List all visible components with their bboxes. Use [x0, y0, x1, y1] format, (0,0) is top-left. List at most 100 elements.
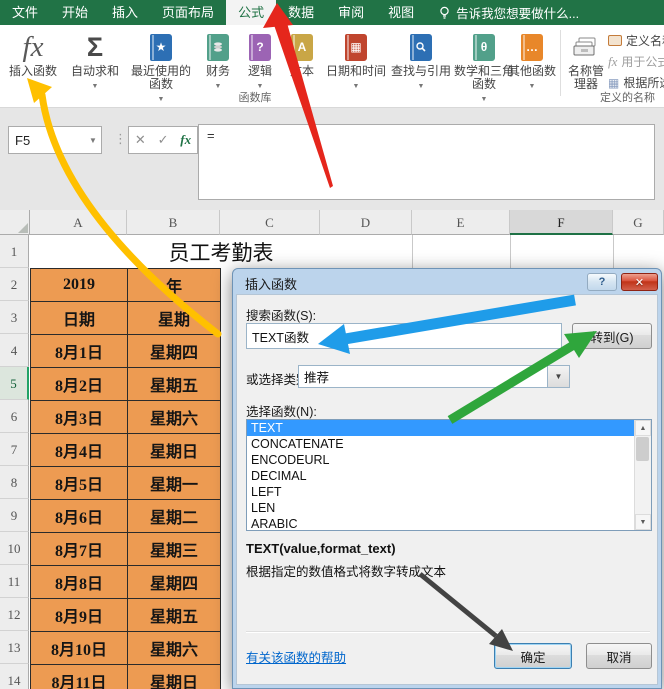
- recently-used-button[interactable]: ★ 最近使用的函数 ▼: [126, 29, 196, 106]
- cell-a7[interactable]: 8月4日: [31, 434, 128, 467]
- column-header-g[interactable]: G: [613, 210, 664, 235]
- row-header-7[interactable]: 7: [0, 433, 29, 466]
- financial-button[interactable]: 财务 ▼: [198, 29, 238, 93]
- cell-a13[interactable]: 8月10日: [31, 632, 128, 665]
- define-name-button[interactable]: 定义名称: [608, 31, 664, 50]
- category-dropdown[interactable]: 推荐 ▼: [298, 365, 570, 388]
- cell-b13[interactable]: 星期六: [128, 632, 221, 665]
- cell-a11[interactable]: 8月8日: [31, 566, 128, 599]
- tab-data[interactable]: 数据: [276, 0, 326, 25]
- go-button[interactable]: 转到(G): [572, 323, 652, 349]
- function-help-link[interactable]: 有关该函数的帮助: [246, 647, 346, 666]
- tab-insert[interactable]: 插入: [100, 0, 150, 25]
- name-box[interactable]: ▼: [8, 126, 102, 154]
- cell-b2[interactable]: 年: [128, 269, 221, 302]
- search-function-input[interactable]: [246, 323, 562, 349]
- cell-b3[interactable]: 星期: [128, 302, 221, 335]
- ok-button[interactable]: 确定: [494, 643, 572, 669]
- cell-b12[interactable]: 星期五: [128, 599, 221, 632]
- cell-a12[interactable]: 8月9日: [31, 599, 128, 632]
- list-scrollbar[interactable]: ▲ ▼: [634, 420, 651, 530]
- row-header-9[interactable]: 9: [0, 499, 29, 532]
- cell-a8[interactable]: 8月5日: [31, 467, 128, 500]
- row-header-5[interactable]: 5: [0, 367, 29, 400]
- math-trig-button[interactable]: θ 数学和三角函数 ▼: [454, 29, 514, 106]
- tab-formulas[interactable]: 公式: [226, 0, 277, 25]
- tell-me-box[interactable]: 告诉我您想要做什么...: [438, 3, 579, 22]
- column-header-a[interactable]: A: [30, 210, 127, 235]
- cell-b5[interactable]: 星期五: [128, 368, 221, 401]
- name-box-dropdown-icon[interactable]: ▼: [89, 136, 97, 145]
- cell-a9[interactable]: 8月6日: [31, 500, 128, 533]
- row-header-8[interactable]: 8: [0, 466, 29, 499]
- cancel-button[interactable]: 取消: [586, 643, 652, 669]
- row-header-11[interactable]: 11: [0, 565, 29, 598]
- cell-b11[interactable]: 星期四: [128, 566, 221, 599]
- row-header-4[interactable]: 4: [0, 334, 29, 367]
- function-list[interactable]: TEXT CONCATENATE ENCODEURL DECIMAL LEFT …: [246, 419, 652, 531]
- function-list-item[interactable]: LEN: [247, 500, 651, 516]
- column-header-e[interactable]: E: [412, 210, 510, 235]
- sheet-title-cell[interactable]: 员工考勤表: [30, 235, 412, 268]
- column-header-c[interactable]: C: [220, 210, 320, 235]
- formula-input[interactable]: =: [198, 124, 655, 200]
- date-time-button[interactable]: ▦ 日期和时间 ▼: [324, 29, 388, 93]
- cell-b10[interactable]: 星期三: [128, 533, 221, 566]
- tab-home[interactable]: 开始: [50, 0, 100, 25]
- tab-view[interactable]: 视图: [376, 0, 426, 25]
- function-list-item[interactable]: ENCODEURL: [247, 452, 651, 468]
- autosum-button[interactable]: Σ 自动求和 ▼: [66, 29, 124, 93]
- tab-review[interactable]: 审阅: [326, 0, 376, 25]
- dialog-close-button[interactable]: ✕: [621, 273, 658, 291]
- lookup-reference-button[interactable]: 查找与引用 ▼: [390, 29, 452, 93]
- function-list-item[interactable]: DECIMAL: [247, 468, 651, 484]
- cell-a3[interactable]: 日期: [31, 302, 128, 335]
- dialog-help-button[interactable]: ?: [587, 273, 617, 291]
- function-list-item[interactable]: CONCATENATE: [247, 436, 651, 452]
- tab-file[interactable]: 文件: [0, 0, 50, 25]
- row-header-3[interactable]: 3: [0, 301, 29, 334]
- row-header-2[interactable]: 2: [0, 268, 29, 301]
- cell-a2[interactable]: 2019: [31, 269, 128, 302]
- insert-function-button[interactable]: fx 插入函数: [2, 29, 64, 78]
- cell-b4[interactable]: 星期四: [128, 335, 221, 368]
- row-header-1[interactable]: 1: [0, 235, 29, 268]
- cell-a14[interactable]: 8月11日: [31, 665, 128, 689]
- row-header-12[interactable]: 12: [0, 598, 29, 631]
- name-manager-button[interactable]: 名称管理器: [564, 29, 608, 91]
- cancel-entry-icon[interactable]: ✕: [135, 132, 146, 148]
- row-header-13[interactable]: 13: [0, 631, 29, 664]
- column-header-f[interactable]: F: [510, 210, 613, 235]
- tab-page-layout[interactable]: 页面布局: [150, 0, 226, 25]
- name-box-input[interactable]: [9, 131, 87, 149]
- cell-b9[interactable]: 星期二: [128, 500, 221, 533]
- cell-a6[interactable]: 8月3日: [31, 401, 128, 434]
- logical-button[interactable]: ? 逻辑 ▼: [240, 29, 280, 93]
- function-list-item[interactable]: LEFT: [247, 484, 651, 500]
- cell-b7[interactable]: 星期日: [128, 434, 221, 467]
- scroll-up-icon[interactable]: ▲: [635, 420, 651, 436]
- insert-function-fx-icon[interactable]: fx: [180, 132, 191, 148]
- dropdown-arrow-icon[interactable]: ▼: [547, 366, 569, 387]
- text-button[interactable]: A 文本 ▼: [282, 29, 322, 93]
- column-header-b[interactable]: B: [127, 210, 220, 235]
- select-all-corner[interactable]: [0, 210, 30, 235]
- scroll-down-icon[interactable]: ▼: [635, 514, 651, 530]
- ribbon-label: 查找与引用: [390, 64, 451, 78]
- function-list-item-selected[interactable]: TEXT: [247, 420, 651, 436]
- cell-b6[interactable]: 星期六: [128, 401, 221, 434]
- cell-b14[interactable]: 星期日: [128, 665, 221, 689]
- cell-a5[interactable]: 8月2日: [31, 368, 128, 401]
- more-functions-button[interactable]: … 其他函数 ▼: [506, 29, 558, 93]
- row-header-10[interactable]: 10: [0, 532, 29, 565]
- row-header-14[interactable]: 14: [0, 664, 29, 689]
- cell-b8[interactable]: 星期一: [128, 467, 221, 500]
- confirm-entry-icon[interactable]: ✓: [158, 132, 169, 148]
- scrollbar-thumb[interactable]: [636, 437, 649, 461]
- column-header-d[interactable]: D: [320, 210, 412, 235]
- cell-a10[interactable]: 8月7日: [31, 533, 128, 566]
- use-in-formula-button[interactable]: fx 用于公式: [608, 52, 664, 71]
- function-list-item[interactable]: ARABIC: [247, 516, 651, 530]
- cell-a4[interactable]: 8月1日: [31, 335, 128, 368]
- row-header-6[interactable]: 6: [0, 400, 29, 433]
